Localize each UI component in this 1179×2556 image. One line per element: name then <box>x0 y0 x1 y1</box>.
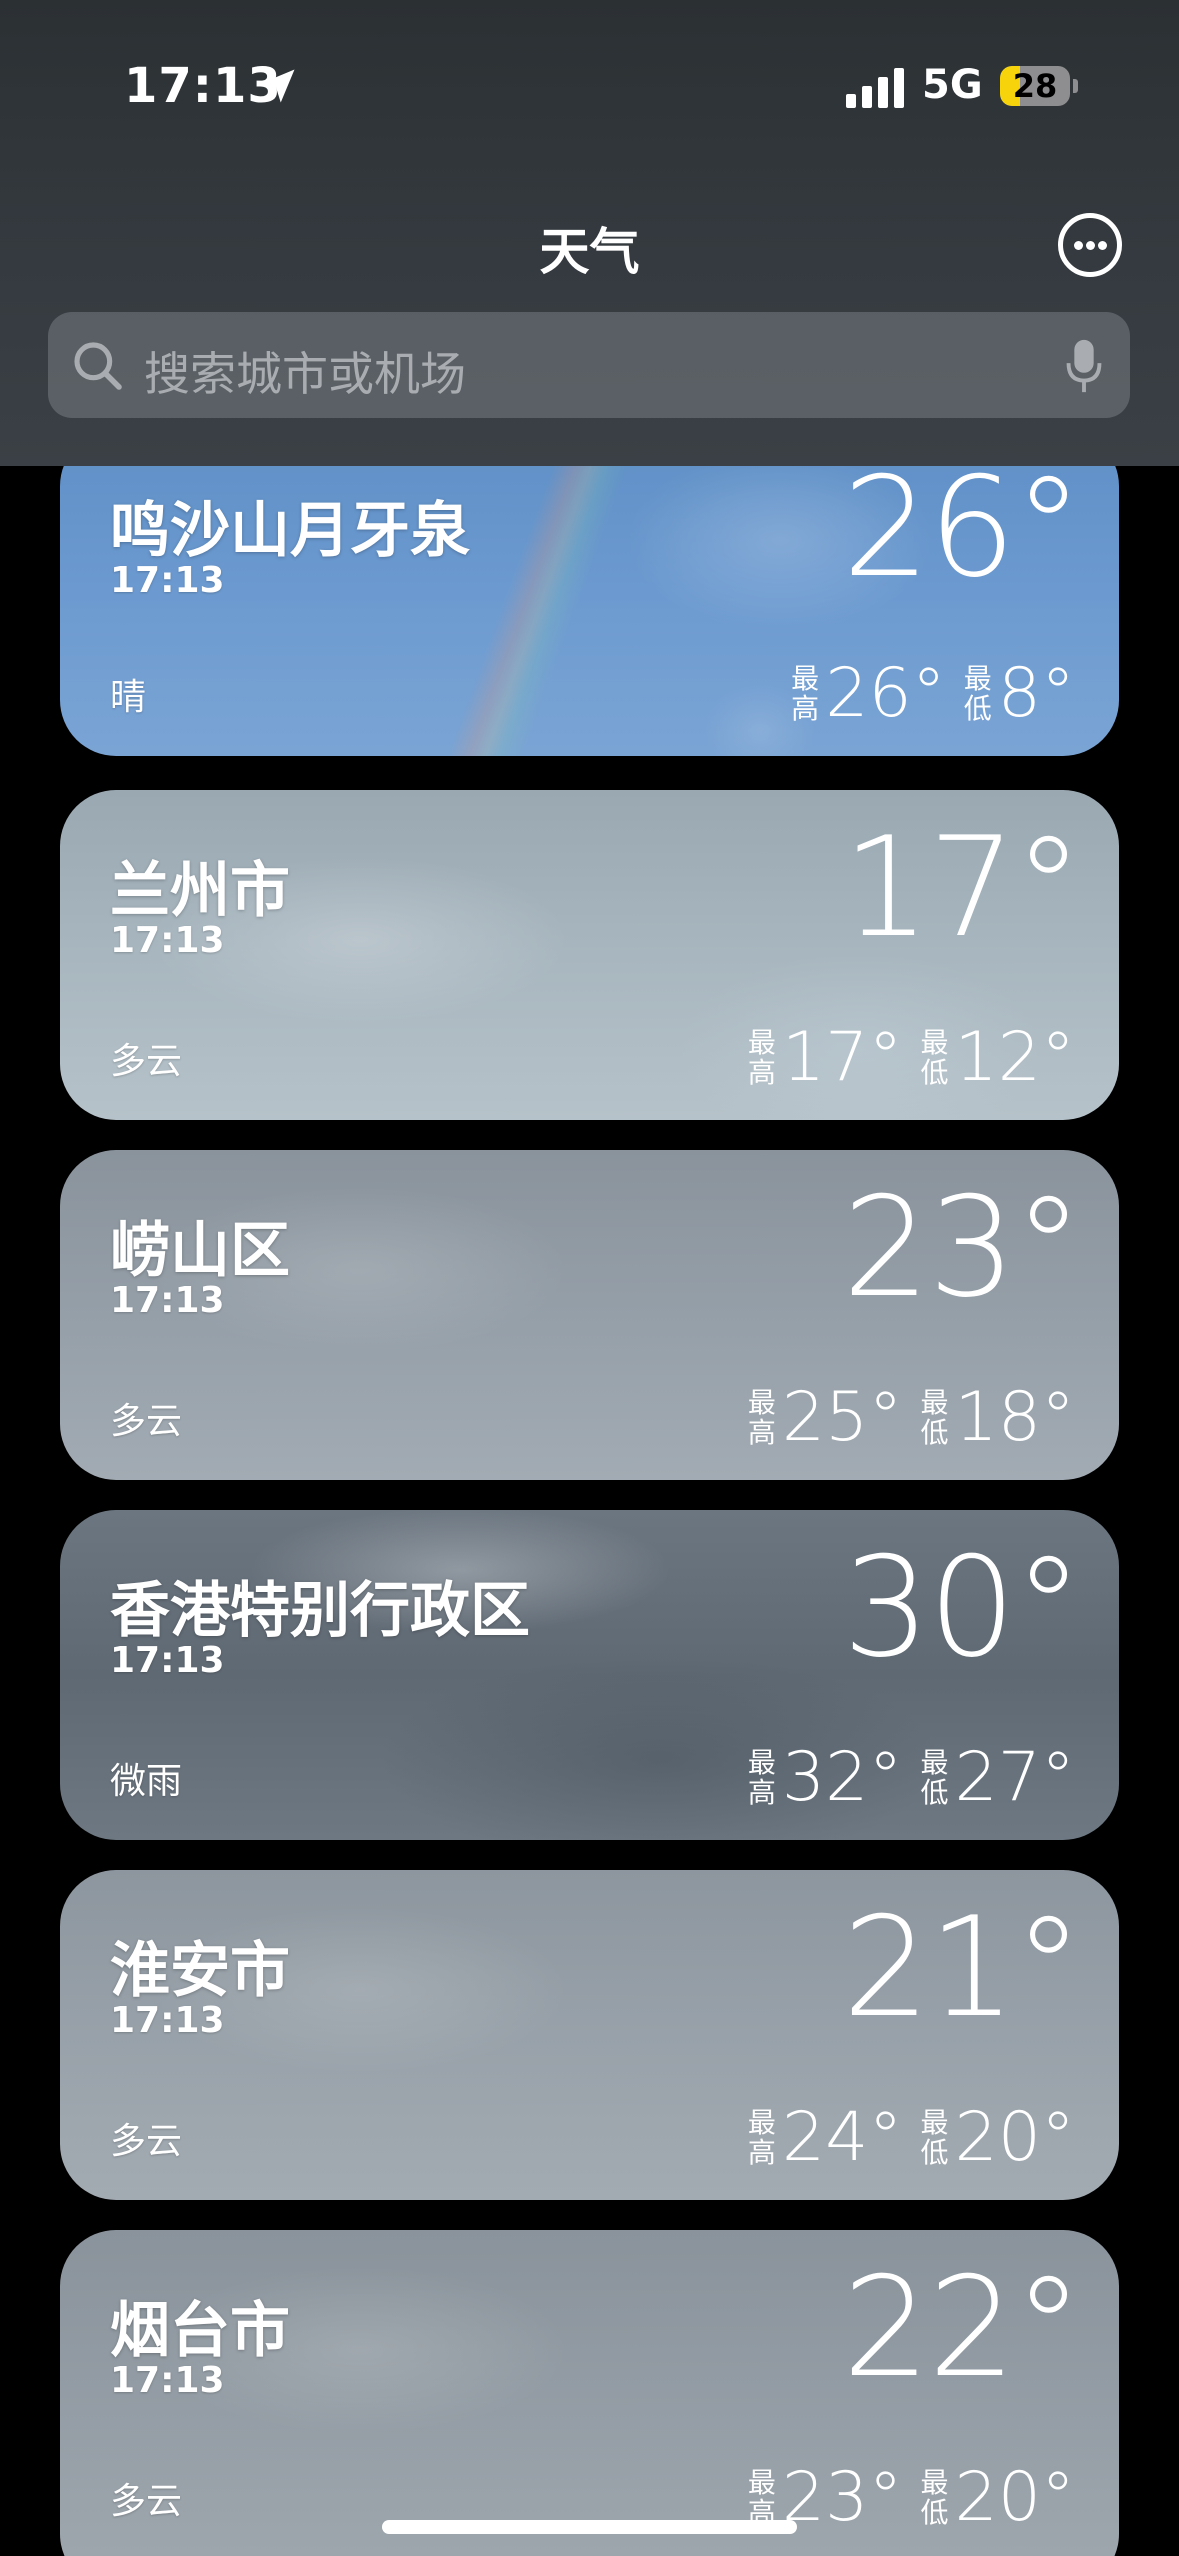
current-temperature: 30° <box>842 1527 1083 1688</box>
high-temperature: 最 高 25° <box>748 1384 903 1452</box>
high-label: 最 高 <box>747 1746 776 1809</box>
city-card-1[interactable]: 鸣沙山月牙泉 17:13 晴 26° 最 高 26° 最 低 8° <box>60 430 1119 756</box>
weather-screen: 鸣沙山月牙泉 17:13 晴 26° 最 高 26° 最 低 8° 兰州市 17… <box>0 0 1179 2556</box>
page-title: 天气 <box>539 223 640 281</box>
high-low-temperature: 最 高 17° 最 低 12° <box>748 1024 1075 1092</box>
city-local-time: 17:13 <box>110 2360 225 2401</box>
city-name: 鸣沙山月牙泉 <box>110 496 470 566</box>
high-temperature: 最 高 17° <box>748 1024 903 1092</box>
city-card-2[interactable]: 兰州市 17:13 多云 17° 最 高 17° 最 低 12° <box>60 790 1119 1120</box>
city-card-3[interactable]: 崂山区 17:13 多云 23° 最 高 25° 最 低 18° <box>60 1150 1119 1480</box>
high-label: 最 高 <box>747 1386 776 1449</box>
ellipsis-dot <box>1086 241 1095 250</box>
magnifier-icon <box>74 342 122 390</box>
low-label: 最 低 <box>963 662 992 725</box>
high-label: 最 高 <box>747 1026 776 1089</box>
current-temperature: 17° <box>842 807 1083 968</box>
search-placeholder: 搜索城市或机场 <box>144 347 466 401</box>
high-label: 最 高 <box>747 2466 776 2529</box>
city-local-time: 17:13 <box>110 2000 225 2041</box>
weather-condition: 晴 <box>110 677 147 718</box>
city-name: 崂山区 <box>110 1216 290 1286</box>
low-value: 27° <box>954 1738 1075 1817</box>
low-temperature: 最 低 20° <box>920 2464 1075 2532</box>
high-label: 最 高 <box>747 2106 776 2169</box>
city-local-time: 17:13 <box>110 560 225 601</box>
weather-condition: 微雨 <box>110 1761 183 1802</box>
high-low-temperature: 最 高 32° 最 低 27° <box>748 1744 1075 1812</box>
weather-condition: 多云 <box>110 1401 183 1442</box>
high-temperature: 最 高 26° <box>791 660 946 728</box>
low-label: 最 低 <box>920 2466 949 2529</box>
high-label: 最 高 <box>791 662 820 725</box>
high-value: 24° <box>781 2098 903 2177</box>
weather-condition: 多云 <box>110 2121 183 2162</box>
low-value: 18° <box>954 1378 1075 1457</box>
battery-icon: 28 <box>1000 66 1070 106</box>
low-label: 最 低 <box>920 2106 949 2169</box>
ellipsis-dot <box>1074 241 1083 250</box>
battery-percent: 28 <box>1012 67 1058 105</box>
current-temperature: 21° <box>842 1887 1083 2048</box>
current-temperature: 23° <box>842 1167 1083 1328</box>
weather-condition: 多云 <box>110 1041 183 1082</box>
high-low-temperature: 最 高 26° 最 低 8° <box>791 660 1075 728</box>
high-low-temperature: 最 高 23° 最 低 20° <box>748 2464 1075 2532</box>
high-temperature: 最 高 24° <box>748 2104 903 2172</box>
microphone-icon[interactable] <box>1064 338 1104 396</box>
high-value: 17° <box>781 1018 903 1097</box>
current-temperature: 26° <box>842 447 1083 608</box>
city-card-6[interactable]: 烟台市 17:13 多云 22° 最 高 23° 最 低 20° <box>60 2230 1119 2556</box>
high-value: 23° <box>781 2458 903 2537</box>
network-type: 5G <box>922 62 983 108</box>
weather-condition: 多云 <box>110 2481 183 2522</box>
city-name: 香港特别行政区 <box>110 1576 530 1646</box>
low-value: 8° <box>997 654 1075 733</box>
more-options-button[interactable] <box>1058 213 1122 277</box>
low-temperature: 最 低 12° <box>920 1024 1075 1092</box>
search-input[interactable]: 搜索城市或机场 <box>48 312 1130 418</box>
current-temperature: 22° <box>842 2247 1083 2408</box>
high-temperature: 最 高 32° <box>748 1744 903 1812</box>
city-name: 烟台市 <box>110 2296 290 2366</box>
cellular-signal-icon <box>846 68 904 108</box>
low-temperature: 最 低 20° <box>920 2104 1075 2172</box>
high-low-temperature: 最 高 24° 最 低 20° <box>748 2104 1075 2172</box>
city-card-5[interactable]: 淮安市 17:13 多云 21° 最 高 24° 最 低 20° <box>60 1870 1119 2200</box>
city-local-time: 17:13 <box>110 1640 225 1681</box>
home-indicator[interactable] <box>382 2520 797 2534</box>
city-local-time: 17:13 <box>110 1280 225 1321</box>
low-temperature: 最 低 27° <box>920 1744 1075 1812</box>
city-name: 淮安市 <box>110 1936 290 2006</box>
header: 17:13 5G 28 天气 搜索城市或机场 <box>0 0 1179 466</box>
location-arrow-icon <box>261 69 295 103</box>
high-value: 25° <box>781 1378 903 1457</box>
high-value: 32° <box>781 1738 903 1817</box>
low-temperature: 最 低 18° <box>920 1384 1075 1452</box>
city-local-time: 17:13 <box>110 920 225 961</box>
low-label: 最 低 <box>920 1386 949 1449</box>
low-temperature: 最 低 8° <box>964 660 1075 728</box>
high-value: 26° <box>825 654 946 733</box>
low-value: 12° <box>954 1018 1075 1097</box>
battery-cap <box>1073 79 1078 93</box>
low-label: 最 低 <box>920 1746 949 1809</box>
city-name: 兰州市 <box>110 856 290 926</box>
low-label: 最 低 <box>920 1026 949 1089</box>
low-value: 20° <box>954 2458 1075 2537</box>
low-value: 20° <box>954 2098 1075 2177</box>
high-low-temperature: 最 高 25° 最 低 18° <box>748 1384 1075 1452</box>
city-card-4[interactable]: 香港特别行政区 17:13 微雨 30° 最 高 32° 最 低 27° <box>60 1510 1119 1840</box>
ellipsis-dot <box>1098 241 1107 250</box>
